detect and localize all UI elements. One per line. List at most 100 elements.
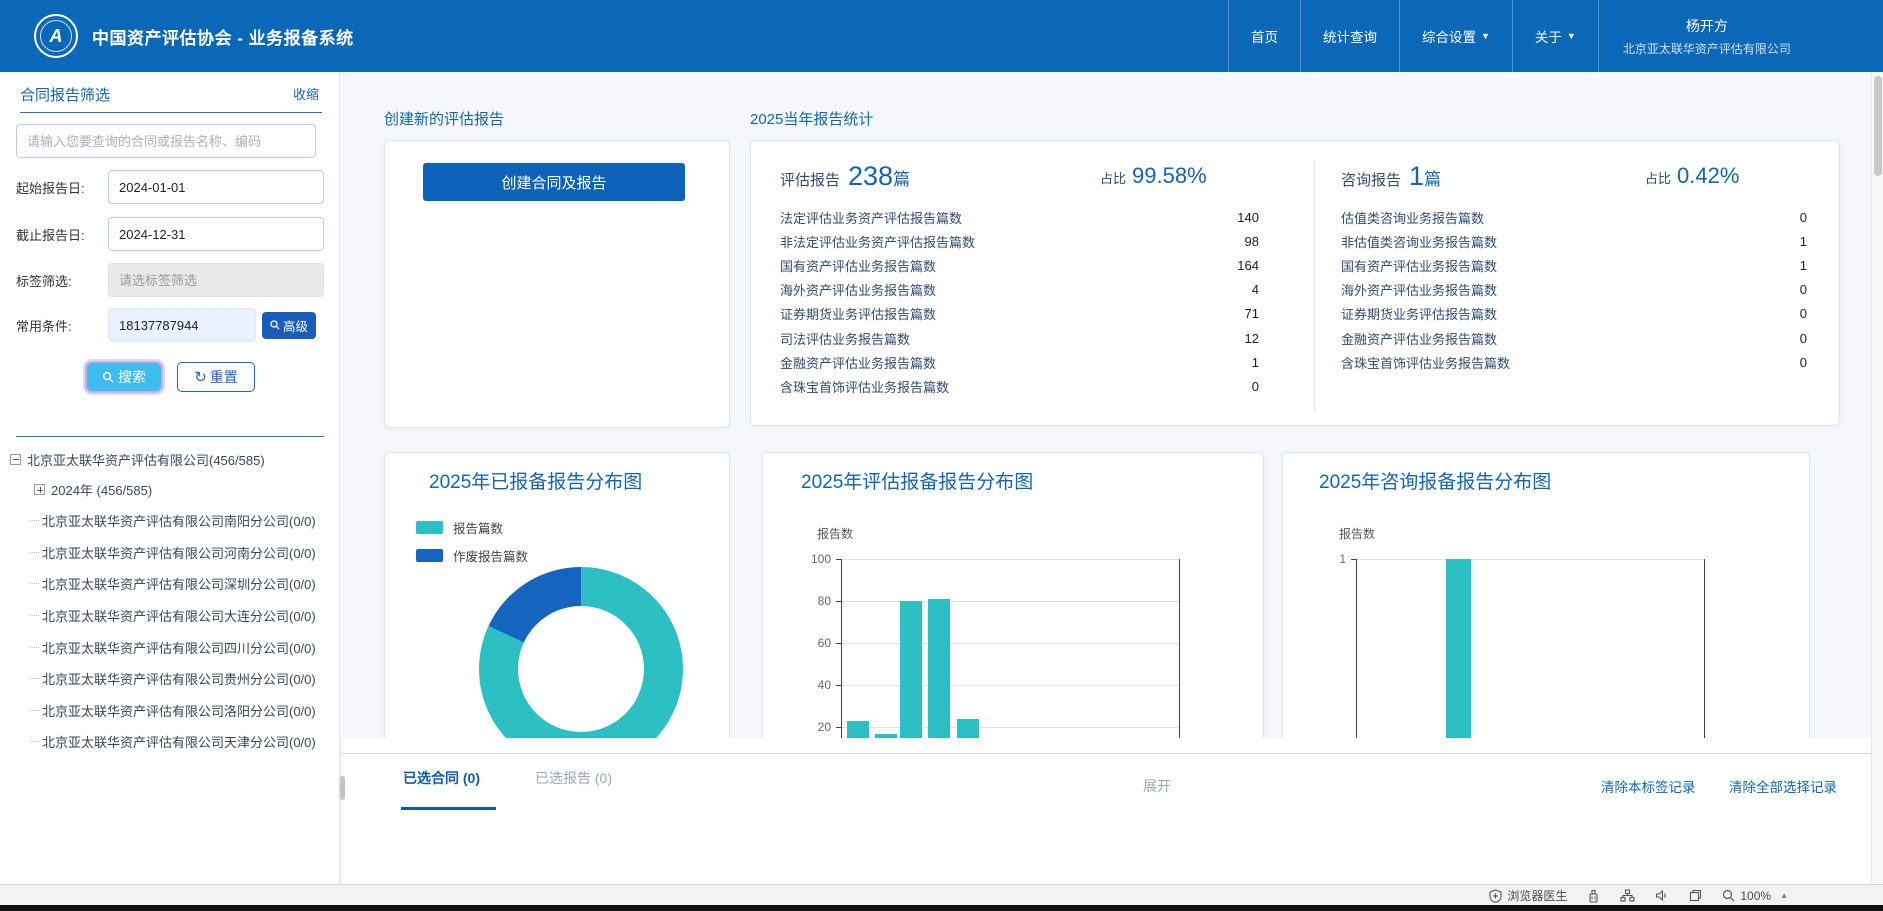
gridline <box>1356 559 1704 560</box>
tree-branch-node[interactable]: 北京亚太联华资产评估有限公司洛阳分公司(0/0) <box>10 695 336 727</box>
stat-row: 国有资产评估业务报告篇数 164 <box>780 253 1259 277</box>
tab-count: (0) <box>594 770 613 786</box>
stat-row: 含珠宝首饰评估业务报告篇数 0 <box>780 374 1259 398</box>
nav-item-综合设置[interactable]: 综合设置 ▼ <box>1399 0 1512 72</box>
stat-value: 1 <box>1251 354 1259 370</box>
tree-branch-node[interactable]: 北京亚太联华资产评估有限公司大连分公司(0/0) <box>10 600 336 632</box>
tree-branch-label: 北京亚太联华资产评估有限公司南阳分公司(0/0) <box>42 514 316 530</box>
tree-branch-node[interactable]: 北京亚太联华资产评估有限公司河南分公司(0/0) <box>10 537 336 569</box>
network-icon[interactable] <box>1620 889 1635 902</box>
app-title: 中国资产评估协会 - 业务报备系统 <box>92 29 354 48</box>
speaker-icon[interactable] <box>1655 889 1669 902</box>
reset-button-label: 重置 <box>209 369 238 385</box>
chevron-down-icon: ▼ <box>1481 31 1490 41</box>
shield-plus-icon <box>1489 888 1502 903</box>
tree-branch-node[interactable]: 北京亚太联华资产评估有限公司贵州分公司(0/0) <box>10 663 336 695</box>
reset-button[interactable]: ↻ 重置 <box>177 362 255 392</box>
zoom-control[interactable]: 100% ▲ <box>1722 889 1788 903</box>
consult-bar-chart-title: 2025年咨询报备报告分布图 <box>1319 472 1552 493</box>
page-scrollbar[interactable] <box>1871 72 1883 884</box>
browser-status-bar: 浏览器医生 100% ▲ <box>0 884 1883 905</box>
panel-top-border <box>342 753 1883 754</box>
user-menu[interactable]: 杨开方 北京亚太联华资产评估有限公司 <box>1597 0 1815 72</box>
legend-swatch <box>416 520 443 534</box>
filter-title: 合同报告筛选 <box>20 87 111 104</box>
donut-chart-card: 2025年已报备报告分布图 报告篇数 作废报告篇数 <box>384 452 730 742</box>
search-input[interactable] <box>16 124 316 158</box>
tree-branch-node[interactable]: 北京亚太联华资产评估有限公司南阳分公司(0/0) <box>10 505 336 537</box>
consult-report-label: 咨询报告 <box>1341 172 1402 189</box>
consult-report-headline: 咨询报告 1 篇 <box>1341 161 1441 192</box>
stat-value: 0 <box>1799 330 1807 346</box>
nav-item-label: 首页 <box>1251 30 1278 45</box>
stat-label: 含珠宝首饰评估业务报告篇数 <box>1341 355 1511 371</box>
browser-doctor-button[interactable]: 浏览器医生 <box>1489 887 1567 904</box>
plot-right-border <box>1704 559 1705 741</box>
stat-row: 司法评估业务报告篇数 12 <box>780 326 1259 350</box>
stat-label: 法定评估业务资产评估报告篇数 <box>780 210 963 226</box>
stat-row: 法定评估业务资产评估报告篇数 140 <box>780 205 1259 229</box>
scrollbar-thumb[interactable] <box>1873 76 1882 176</box>
filter-title-rule <box>20 112 322 113</box>
cleaner-icon[interactable] <box>1587 889 1600 903</box>
ratio-label: 占比 <box>1645 171 1672 186</box>
filter-sidebar: 合同报告筛选 收缩 起始报告日: 截止报告日: 标签筛选: 常用条件: 高级 <box>0 72 340 884</box>
clear-tab-records-link[interactable]: 清除本标签记录 <box>1601 776 1696 796</box>
tree-branch-node[interactable]: 北京亚太联华资产评估有限公司深圳分公司(0/0) <box>10 568 336 600</box>
end-date-label: 截止报告日: <box>16 227 85 243</box>
common-condition-row: 常用条件: 高级 <box>16 308 324 342</box>
clear-all-records-link[interactable]: 清除全部选择记录 <box>1729 776 1837 796</box>
advanced-button[interactable]: 高级 <box>262 311 317 339</box>
collapse-expander-icon[interactable] <box>10 453 21 465</box>
y-axis-label: 报告数 <box>817 527 854 541</box>
expand-expander-icon[interactable] <box>34 484 45 495</box>
bar <box>900 601 922 741</box>
end-date-field[interactable] <box>108 217 324 251</box>
nav-item-label: 关于 <box>1534 30 1562 45</box>
consult-report-unit: 篇 <box>1424 170 1442 189</box>
ratio-value: 99.58% <box>1132 163 1207 188</box>
stat-value: 98 <box>1244 233 1259 249</box>
panel-drag-handle[interactable] <box>340 776 345 800</box>
consult-report-rows: 估值类咨询业务报告篇数 0 非估值类咨询业务报告篇数 1 国有资产评估业务报告篇数 1 海外… <box>1341 205 1807 374</box>
tree-root-node[interactable]: 北京亚太联华资产评估有限公司(456/585) <box>10 444 336 474</box>
expand-link[interactable]: 展开 <box>1143 776 1171 796</box>
nav-item-首页[interactable]: 首页 <box>1228 0 1300 72</box>
tree-branch-list: 北京亚太联华资产评估有限公司南阳分公司(0/0) 北京亚太联华资产评估有限公司河南… <box>10 505 336 758</box>
tree-branch-label: 北京亚太联华资产评估有限公司天津分公司(0/0) <box>42 735 316 751</box>
window-restore-icon[interactable] <box>1689 889 1702 902</box>
tab-selected-contracts[interactable]: 已选合同 (0) <box>403 768 480 788</box>
tree-branch-node[interactable]: 北京亚太联华资产评估有限公司四川分公司(0/0) <box>10 631 336 663</box>
stat-row: 估值类咨询业务报告篇数 0 <box>1341 205 1807 229</box>
eval-report-ratio: 占比 99.58% <box>1100 163 1207 189</box>
tab-label: 已选合同 <box>403 770 459 786</box>
tree-year-node[interactable]: 2024年 (456/585) <box>10 474 336 505</box>
tag-filter-field[interactable] <box>108 263 324 297</box>
tree-branch-node[interactable]: 北京亚太联华资产评估有限公司天津分公司(0/0) <box>10 726 336 758</box>
tab-count: (0) <box>462 770 481 786</box>
stat-row: 非法定评估业务资产评估报告篇数 98 <box>780 229 1259 253</box>
y-tick-label: 20 <box>817 720 831 735</box>
consult-report-ratio: 占比 0.42% <box>1645 163 1739 189</box>
common-condition-field[interactable] <box>108 308 256 342</box>
stat-label: 估值类咨询业务报告篇数 <box>1341 210 1485 226</box>
tree-branch-label: 北京亚太联华资产评估有限公司贵州分公司(0/0) <box>42 672 316 688</box>
collapse-link[interactable]: 收缩 <box>293 84 319 103</box>
y-tick-label: 80 <box>817 594 831 609</box>
start-date-field[interactable] <box>108 170 324 204</box>
nav-item-统计查询[interactable]: 统计查询 <box>1300 0 1399 72</box>
donut-chart-title: 2025年已报备报告分布图 <box>429 472 643 493</box>
magnifier-icon <box>270 320 280 330</box>
top-navbar: A 中国资产评估协会 - 业务报备系统 首页 统计查询 综合设置 ▼ 关于 ▼ 杨开方 北京亚… <box>0 0 1883 72</box>
legend-item[interactable]: 作废报告篇数 <box>416 541 528 569</box>
create-contract-report-button[interactable]: 创建合同及报告 <box>423 163 685 201</box>
ratio-label: 占比 <box>1100 171 1127 186</box>
nav-item-关于[interactable]: 关于 ▼ <box>1511 0 1598 72</box>
start-date-label: 起始报告日: <box>16 180 85 196</box>
bar <box>928 598 950 741</box>
stat-row: 非估值类咨询业务报告篇数 1 <box>1341 229 1807 253</box>
legend-item[interactable]: 报告篇数 <box>416 513 528 541</box>
stats-divider <box>1314 161 1315 411</box>
tab-selected-reports[interactable]: 已选报告 (0) <box>535 768 612 788</box>
search-button[interactable]: 搜索 <box>85 361 163 393</box>
